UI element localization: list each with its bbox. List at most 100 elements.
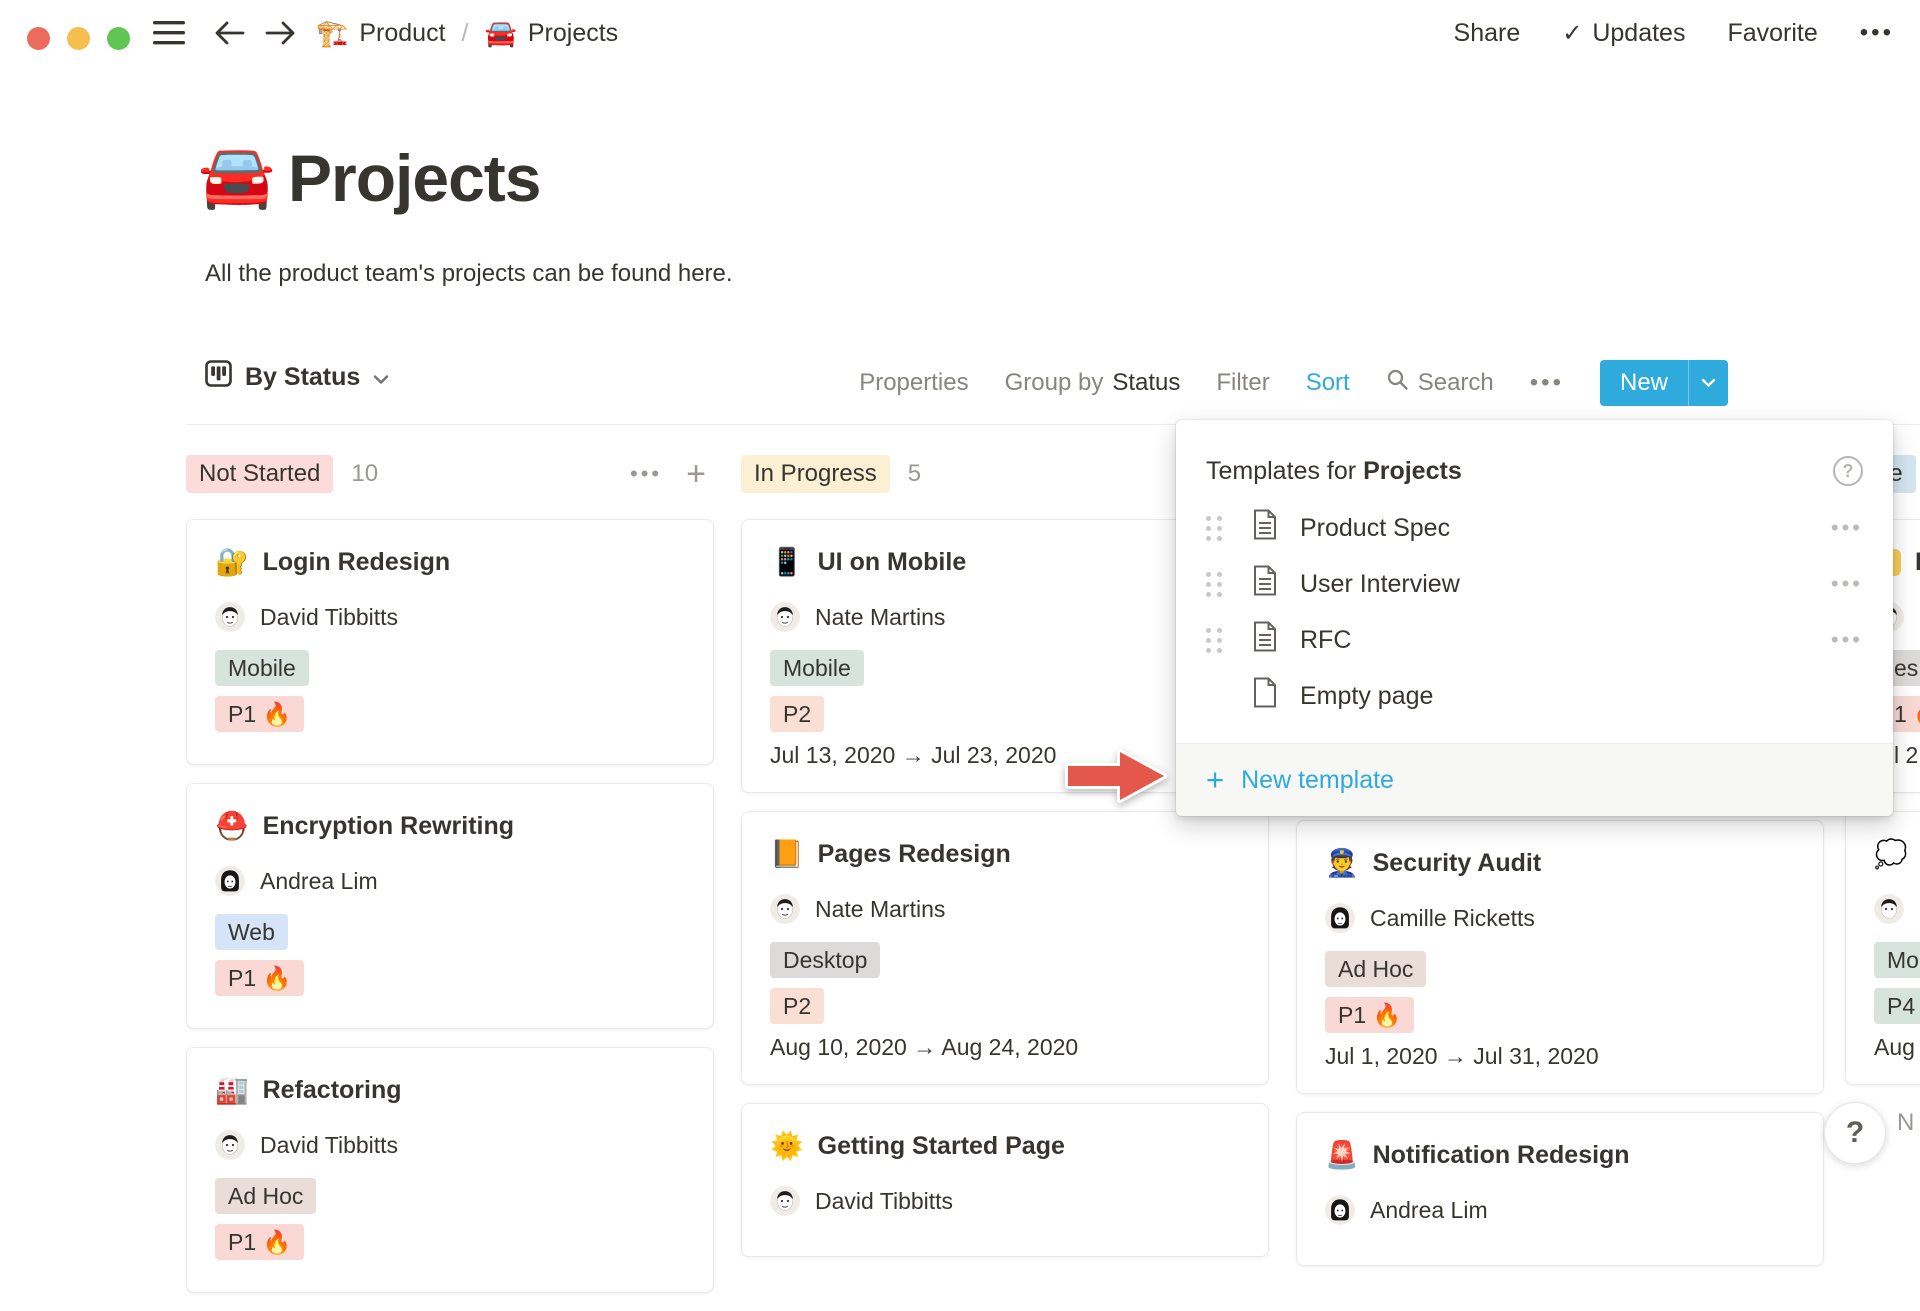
template-item-product-spec[interactable]: Product Spec ••• bbox=[1176, 500, 1893, 556]
minimize-window-button[interactable] bbox=[67, 27, 90, 50]
card-title: 📱 UI on Mobile bbox=[770, 544, 1240, 580]
avatar bbox=[770, 1186, 800, 1216]
back-arrow-icon[interactable] bbox=[213, 17, 247, 54]
more-options-icon[interactable]: ••• bbox=[1860, 19, 1894, 47]
card-emoji: 🌞 bbox=[770, 1130, 804, 1162]
templates-dropdown: Templates for Projects ? Product Spec ••… bbox=[1176, 420, 1893, 816]
priority-tag: P1 🔥 bbox=[215, 696, 304, 732]
card-title: 🌞 Getting Started Page bbox=[770, 1128, 1240, 1164]
breadcrumb-projects-label: Projects bbox=[528, 19, 618, 48]
card-assignee: David Tibbitts bbox=[215, 602, 685, 632]
search-label: Search bbox=[1418, 369, 1494, 397]
card-date-range: Jul 13, 2020 → Jul 23, 2020 bbox=[770, 742, 1240, 770]
share-button[interactable]: Share bbox=[1454, 19, 1521, 48]
priority-tag: P1 🔥 bbox=[1325, 997, 1414, 1033]
card-emoji: 💭 bbox=[1874, 838, 1908, 870]
project-card-notification-redesign[interactable]: 🚨 Notification Redesign Andrea Lim bbox=[1296, 1112, 1824, 1266]
group-by-button[interactable]: Group by Status bbox=[1005, 369, 1181, 397]
card-emoji: 📱 bbox=[770, 546, 804, 578]
help-button[interactable]: ? bbox=[1824, 1102, 1886, 1164]
project-card-refactoring[interactable]: 🏭 Refactoring David Tibbitts Ad Hoc P1 🔥 bbox=[186, 1047, 714, 1293]
column-badge-in-progress[interactable]: In Progress bbox=[741, 455, 890, 493]
project-card-encryption-rewriting[interactable]: ⛑️ Encryption Rewriting Andrea Lim Web P… bbox=[186, 783, 714, 1029]
new-button[interactable]: New bbox=[1600, 360, 1728, 406]
template-more-icon[interactable]: ••• bbox=[1831, 515, 1863, 541]
card-emoji: 🚨 bbox=[1325, 1139, 1359, 1171]
properties-button[interactable]: Properties bbox=[859, 369, 968, 397]
column-add-icon[interactable]: + bbox=[686, 457, 706, 491]
platform-tag-fragment: Mob bbox=[1874, 942, 1920, 978]
page-title[interactable]: Projects bbox=[288, 140, 540, 216]
card-emoji: 📙 bbox=[770, 838, 804, 870]
column-count: 5 bbox=[908, 460, 921, 488]
breadcrumb: 🏗️ Product / 🚘 Projects bbox=[316, 0, 618, 66]
check-icon: ✓ bbox=[1562, 19, 1582, 48]
templates-help-icon[interactable]: ? bbox=[1833, 456, 1863, 486]
sidebar-menu-icon[interactable] bbox=[153, 20, 187, 46]
templates-dropdown-header: Templates for Projects ? bbox=[1176, 420, 1893, 500]
new-button-chevron[interactable] bbox=[1688, 360, 1728, 406]
priority-tag: P2 bbox=[770, 696, 824, 732]
close-window-button[interactable] bbox=[27, 27, 50, 50]
sort-button[interactable]: Sort bbox=[1306, 369, 1350, 397]
column-more-icon[interactable]: ••• bbox=[630, 461, 662, 487]
window-controls bbox=[27, 27, 130, 50]
drag-handle-icon[interactable] bbox=[1206, 516, 1226, 541]
avatar bbox=[215, 866, 245, 896]
card-title: 👮 Security Audit bbox=[1325, 845, 1795, 881]
group-by-value: Status bbox=[1112, 369, 1180, 397]
avatar bbox=[215, 1130, 245, 1160]
new-template-button[interactable]: + New template bbox=[1176, 743, 1893, 816]
priority-tag: P1 🔥 bbox=[215, 1224, 304, 1260]
document-icon bbox=[1252, 621, 1278, 659]
project-card-getting-started-page[interactable]: 🌞 Getting Started Page David Tibbitts bbox=[741, 1103, 1269, 1257]
board-column-3: 👮 Security Audit Camille Ricketts Ad Hoc… bbox=[1296, 820, 1824, 1284]
page-description[interactable]: All the product team's projects can be f… bbox=[205, 260, 733, 288]
card-assignee: S bbox=[1874, 894, 1920, 924]
card-date-range: Aug 10, 2020 → Aug 24, 2020 bbox=[770, 1034, 1240, 1062]
column-badge-not-started[interactable]: Not Started bbox=[186, 455, 333, 493]
breadcrumb-product-label: Product bbox=[359, 19, 445, 48]
toolbar-more-icon[interactable]: ••• bbox=[1530, 369, 1564, 397]
breadcrumb-projects[interactable]: 🚘 Projects bbox=[485, 18, 619, 49]
project-card-login-redesign[interactable]: 🔐 Login Redesign David Tibbitts Mobile P… bbox=[186, 519, 714, 765]
platform-tag: Ad Hoc bbox=[1325, 951, 1426, 987]
templates-title-database: Projects bbox=[1363, 457, 1462, 486]
template-more-icon[interactable]: ••• bbox=[1831, 627, 1863, 653]
updates-button[interactable]: ✓ Updates bbox=[1562, 19, 1685, 48]
search-button[interactable]: Search bbox=[1386, 368, 1494, 398]
template-item-rfc[interactable]: RFC ••• bbox=[1176, 612, 1893, 668]
card-emoji: 🔐 bbox=[215, 546, 249, 578]
page-icon[interactable]: 🚘 bbox=[198, 146, 275, 208]
board-view-icon bbox=[205, 360, 232, 394]
project-card-security-audit[interactable]: 👮 Security Audit Camille Ricketts Ad Hoc… bbox=[1296, 820, 1824, 1094]
filter-button[interactable]: Filter bbox=[1216, 369, 1269, 397]
chevron-down-icon bbox=[373, 363, 389, 392]
breadcrumb-separator: / bbox=[462, 19, 469, 48]
project-card-clipped-2[interactable]: 💭 C S Mob P4 Aug 3 bbox=[1845, 811, 1920, 1085]
window-titlebar: 🏗️ Product / 🚘 Projects Share ✓ Updates … bbox=[0, 0, 1920, 66]
templates-title-prefix: Templates for bbox=[1206, 457, 1356, 486]
breadcrumb-product[interactable]: 🏗️ Product bbox=[316, 18, 446, 49]
avatar bbox=[1874, 894, 1904, 924]
forward-arrow-icon[interactable] bbox=[263, 17, 297, 54]
new-button-label[interactable]: New bbox=[1600, 360, 1688, 406]
card-assignee: Camille Ricketts bbox=[1325, 903, 1795, 933]
card-emoji: 🏭 bbox=[215, 1074, 249, 1106]
view-toolbar: By Status Properties Group by Status Fil… bbox=[0, 352, 1920, 408]
card-title: 🚨 Notification Redesign bbox=[1325, 1137, 1795, 1173]
project-card-pages-redesign[interactable]: 📙 Pages Redesign Nate Martins Desktop P2… bbox=[741, 811, 1269, 1085]
drag-handle-icon[interactable] bbox=[1206, 572, 1226, 597]
zoom-window-button[interactable] bbox=[107, 27, 130, 50]
template-item-user-interview[interactable]: User Interview ••• bbox=[1176, 556, 1893, 612]
favorite-button[interactable]: Favorite bbox=[1727, 19, 1817, 48]
template-more-icon[interactable]: ••• bbox=[1831, 571, 1863, 597]
view-selector[interactable]: By Status bbox=[205, 360, 389, 394]
blank-page-icon bbox=[1252, 677, 1278, 715]
drag-handle-icon[interactable] bbox=[1206, 628, 1226, 653]
plus-icon: + bbox=[1206, 762, 1224, 798]
platform-tag: Desktop bbox=[770, 942, 880, 978]
template-item-empty-page[interactable]: Empty page bbox=[1176, 668, 1893, 724]
card-emoji: ⛑️ bbox=[215, 810, 249, 842]
card-title: 🔐 Login Redesign bbox=[215, 544, 685, 580]
